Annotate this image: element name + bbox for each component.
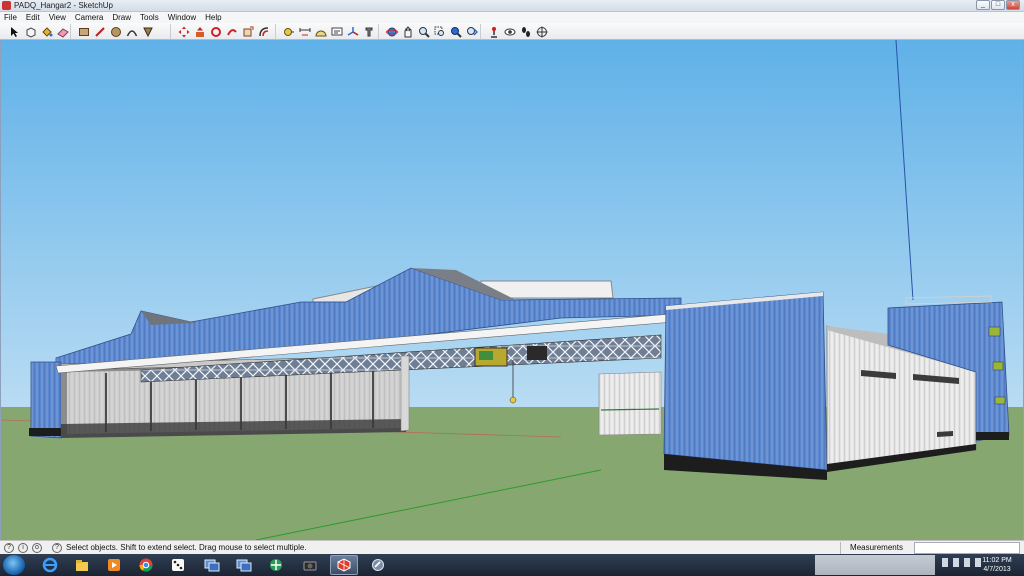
- start-button[interactable]: [3, 555, 25, 575]
- remote-desktop-2-icon[interactable]: [230, 555, 258, 575]
- instructor-help-icon[interactable]: ?: [52, 543, 62, 553]
- menu-tools[interactable]: Tools: [140, 12, 159, 23]
- window-title: PADQ_Hangar2 - SketchUp: [14, 1, 114, 10]
- 3d-text-icon[interactable]: [361, 24, 376, 39]
- volume-icon[interactable]: [964, 558, 970, 567]
- tower-base-strip: [976, 432, 1009, 440]
- geo-location-icon[interactable]: ?: [4, 543, 14, 553]
- center-pier: [400, 355, 410, 432]
- close-button[interactable]: x: [1006, 0, 1020, 10]
- select-tool-icon[interactable]: [7, 24, 22, 39]
- main-toolbar: [0, 23, 1024, 40]
- crane-hook: [509, 396, 517, 404]
- menu-bar: File Edit View Camera Draw Tools Window …: [0, 12, 1024, 23]
- zoom-icon[interactable]: [416, 24, 431, 39]
- status-message: Select objects. Shift to extend select. …: [66, 543, 307, 552]
- status-bar: ? i o ? Select objects. Shift to extend …: [0, 540, 1024, 554]
- game-icon[interactable]: [164, 555, 192, 575]
- show-hidden-icons-icon[interactable]: [942, 558, 948, 567]
- move-tool-icon[interactable]: [176, 24, 191, 39]
- network-icon[interactable]: [262, 555, 290, 575]
- menu-edit[interactable]: Edit: [26, 12, 40, 23]
- drawing-tools-group: [70, 24, 155, 39]
- sketchup-icon[interactable]: [330, 555, 358, 575]
- pan-icon[interactable]: [400, 24, 415, 39]
- system-clock[interactable]: 11:02 PM 4/7/2013: [978, 556, 1016, 574]
- maximize-button[interactable]: □: [991, 0, 1005, 10]
- left-end-wall: [30, 361, 62, 439]
- minimize-button[interactable]: _: [976, 0, 990, 10]
- zoom-extents-icon[interactable]: [448, 24, 463, 39]
- dimension-icon[interactable]: [297, 24, 312, 39]
- front-blue-tower: [663, 291, 828, 471]
- line-tool-icon[interactable]: [92, 24, 107, 39]
- menu-view[interactable]: View: [49, 12, 66, 23]
- text-tool-icon[interactable]: [329, 24, 344, 39]
- tape-measure-icon[interactable]: [281, 24, 296, 39]
- window-controls: _ □ x: [976, 0, 1020, 11]
- left-base-strip: [29, 428, 63, 436]
- back-hangar-door: [598, 371, 662, 436]
- zoom-window-icon[interactable]: [432, 24, 447, 39]
- tray-notification-strip: [815, 555, 935, 575]
- look-around-icon[interactable]: [502, 24, 517, 39]
- chrome-icon[interactable]: [132, 555, 160, 575]
- settings-icon[interactable]: [364, 555, 392, 575]
- crane-cab-window: [479, 351, 493, 360]
- internet-explorer-icon[interactable]: [36, 555, 64, 575]
- media-player-icon[interactable]: [100, 555, 128, 575]
- menu-draw[interactable]: Draw: [112, 12, 131, 23]
- make-component-icon[interactable]: [23, 24, 38, 39]
- construction-tools-group: [275, 24, 376, 39]
- polygon-tool-icon[interactable]: [140, 24, 155, 39]
- rectangle-tool-icon[interactable]: [76, 24, 91, 39]
- follow-me-tool-icon[interactable]: [224, 24, 239, 39]
- principal-tools-group: [2, 24, 70, 39]
- arc-tool-icon[interactable]: [124, 24, 139, 39]
- clock-time: 11:02 PM: [982, 557, 1012, 564]
- position-camera-icon[interactable]: [486, 24, 501, 39]
- menu-window[interactable]: Window: [168, 12, 196, 23]
- circle-tool-icon[interactable]: [108, 24, 123, 39]
- modify-tools-group: [170, 24, 271, 39]
- offset-tool-icon[interactable]: [256, 24, 271, 39]
- user-icon[interactable]: o: [32, 543, 42, 553]
- title-bar: PADQ_Hangar2 - SketchUp _ □ x: [0, 0, 1024, 12]
- eraser-icon[interactable]: [55, 24, 70, 39]
- clock-date: 4/7/2013: [983, 566, 1011, 573]
- menu-camera[interactable]: Camera: [75, 12, 103, 23]
- camera-icon[interactable]: [296, 555, 324, 575]
- credits-icon[interactable]: i: [18, 543, 28, 553]
- remote-desktop-icon[interactable]: [198, 555, 226, 575]
- paint-bucket-icon[interactable]: [39, 24, 54, 39]
- sketchup-app-icon: [2, 1, 11, 10]
- model-viewport[interactable]: [0, 40, 1024, 540]
- crane-box: [527, 346, 547, 360]
- orbit-icon[interactable]: [384, 24, 399, 39]
- protractor-icon[interactable]: [313, 24, 328, 39]
- push-pull-tool-icon[interactable]: [192, 24, 207, 39]
- axes-tool-icon[interactable]: [345, 24, 360, 39]
- section-plane-icon[interactable]: [534, 24, 549, 39]
- walkthrough-tools-group: [480, 24, 549, 39]
- previous-view-icon[interactable]: [464, 24, 479, 39]
- rotate-tool-icon[interactable]: [208, 24, 223, 39]
- measurements-label: Measurements: [840, 542, 912, 554]
- system-tray-icons: [942, 558, 981, 567]
- hangar-3d-scene[interactable]: [1, 40, 1024, 540]
- camera-tools-group: [378, 24, 479, 39]
- menu-file[interactable]: File: [4, 12, 17, 23]
- file-explorer-icon[interactable]: [68, 555, 96, 575]
- scale-tool-icon[interactable]: [240, 24, 255, 39]
- menu-help[interactable]: Help: [205, 12, 221, 23]
- signal-icon[interactable]: [953, 558, 959, 567]
- walk-icon[interactable]: [518, 24, 533, 39]
- measurements-input[interactable]: [914, 542, 1020, 554]
- windows-taskbar: 11:02 PM 4/7/2013: [0, 554, 1024, 576]
